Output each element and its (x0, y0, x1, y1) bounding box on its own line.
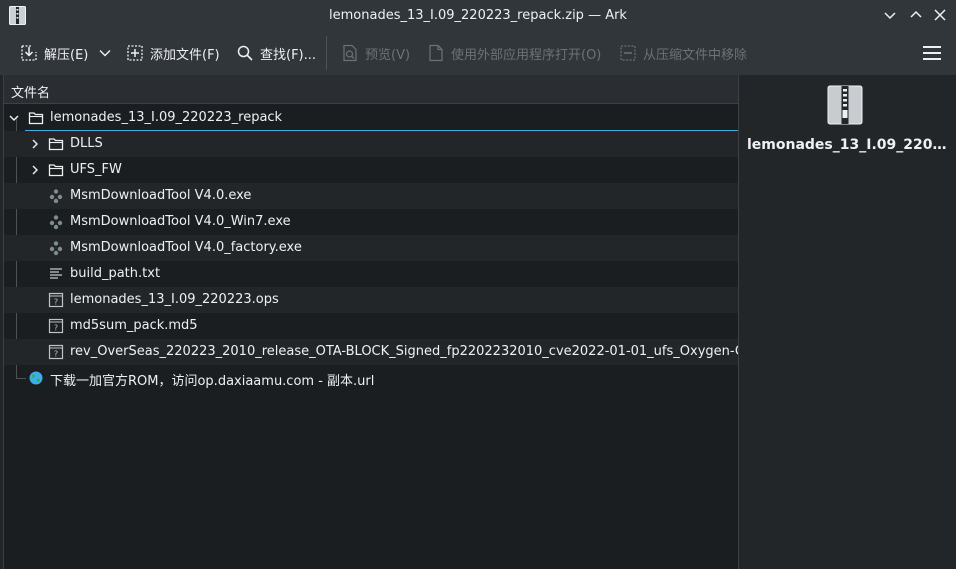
zip-archive-icon (827, 85, 863, 125)
preview-button[interactable]: 预览(V) (341, 40, 410, 66)
extract-button[interactable]: 解压(E) (20, 40, 88, 66)
preview-archive-name: lemonades_13_I.09_22022... (747, 137, 952, 153)
preview-icon (343, 44, 357, 62)
tree-row-file[interactable]: MsmDownloadTool V4.0_Win7.exe (4, 209, 739, 235)
window-title: lemonades_13_I.09_220223_repack.zip — Ar… (329, 8, 627, 23)
maximize-icon[interactable] (907, 6, 925, 24)
globe-icon (29, 371, 43, 385)
remove-file-icon (620, 45, 636, 61)
tree-row-file[interactable]: MsmDownloadTool V4.0.exe (4, 183, 739, 209)
file-name: lemonades_13_I.09_220223.ops (70, 292, 279, 307)
executable-icon (49, 241, 63, 256)
column-header-filename[interactable]: 文件名 (4, 75, 739, 104)
tree-row-file[interactable]: ? md5sum_pack.md5 (4, 313, 739, 339)
remove-button[interactable]: 从压缩文件中移除 (619, 40, 747, 66)
executable-icon (49, 215, 63, 230)
unknown-file-icon: ? (48, 292, 64, 308)
file-name: MsmDownloadTool V4.0_Win7.exe (70, 214, 291, 229)
minimize-icon[interactable] (881, 6, 899, 24)
toolbar-separator (326, 36, 327, 70)
file-name: MsmDownloadTool V4.0_factory.exe (70, 240, 302, 255)
extract-icon (21, 45, 37, 61)
unknown-file-icon: ? (48, 344, 64, 360)
tree-row-file[interactable]: ? rev_OverSeas_220223_2010_release_OTA-B… (4, 339, 739, 365)
tree-row-root[interactable]: lemonades_13_I.09_220223_repack (4, 105, 739, 131)
svg-text:?: ? (54, 298, 58, 307)
collapsed-arrow-icon[interactable] (29, 164, 41, 176)
tree-row-url[interactable]: 下载一加官方ROM，访问op.daxiaamu.com - 副本.url (4, 365, 739, 391)
add-files-label: 添加文件(F) (150, 47, 220, 63)
file-name: DLLS (70, 136, 103, 151)
tree-row-file[interactable]: MsmDownloadTool V4.0_factory.exe (4, 235, 739, 261)
tree-row-file[interactable]: ? lemonades_13_I.09_220223.ops (4, 287, 739, 313)
folder-icon (28, 112, 44, 125)
info-panel: lemonades_13_I.09_22022... (739, 75, 956, 569)
main-toolbar: 解压(E) 添加文件(F) 查找(F)... 预览(V) 使用外部应用程序打开(… (0, 31, 956, 75)
remove-label: 从压缩文件中移除 (643, 47, 748, 63)
column-header-label: 文件名 (11, 86, 51, 101)
find-label: 查找(F)... (260, 47, 317, 63)
find-button[interactable]: 查找(F)... (236, 40, 316, 66)
extract-dropdown-icon[interactable] (98, 46, 112, 60)
add-file-icon (127, 45, 143, 61)
archive-file-tree[interactable]: 文件名 lemonades_13_I.09_220223_repack DLLS… (3, 75, 739, 569)
tree-body: lemonades_13_I.09_220223_repack DLLS UFS… (4, 105, 739, 391)
file-name: 下载一加官方ROM，访问op.daxiaamu.com - 副本.url (50, 374, 375, 389)
expanded-arrow-icon[interactable] (8, 112, 20, 124)
svg-text:?: ? (54, 324, 58, 333)
add-files-button[interactable]: 添加文件(F) (126, 40, 220, 66)
root-folder-name: lemonades_13_I.09_220223_repack (50, 110, 283, 125)
open-with-label: 使用外部应用程序打开(O) (451, 47, 602, 63)
file-name: UFS_FW (70, 162, 122, 177)
file-name: md5sum_pack.md5 (70, 318, 198, 333)
unknown-file-icon: ? (48, 318, 64, 334)
folder-icon (48, 138, 64, 151)
file-name: MsmDownloadTool V4.0.exe (70, 188, 252, 203)
file-name: rev_OverSeas_220223_2010_release_OTA-BLO… (70, 344, 739, 359)
executable-icon (49, 189, 63, 204)
svg-text:?: ? (54, 350, 58, 359)
title-bar: lemonades_13_I.09_220223_repack.zip — Ar… (0, 0, 956, 31)
open-with-button[interactable]: 使用外部应用程序打开(O) (427, 40, 601, 66)
extract-label: 解压(E) (44, 47, 89, 63)
tree-row-folder[interactable]: UFS_FW (4, 157, 739, 183)
hamburger-menu-icon[interactable] (922, 44, 942, 62)
collapsed-arrow-icon[interactable] (29, 138, 41, 150)
preview-label: 预览(V) (365, 47, 411, 63)
text-file-icon (50, 268, 62, 279)
open-document-icon (429, 44, 443, 62)
file-name: build_path.txt (70, 266, 161, 281)
tree-row-file[interactable]: build_path.txt (4, 261, 739, 287)
close-icon[interactable] (931, 6, 949, 24)
search-icon (237, 45, 253, 61)
folder-icon (48, 164, 64, 177)
tree-row-folder[interactable]: DLLS (4, 131, 739, 157)
